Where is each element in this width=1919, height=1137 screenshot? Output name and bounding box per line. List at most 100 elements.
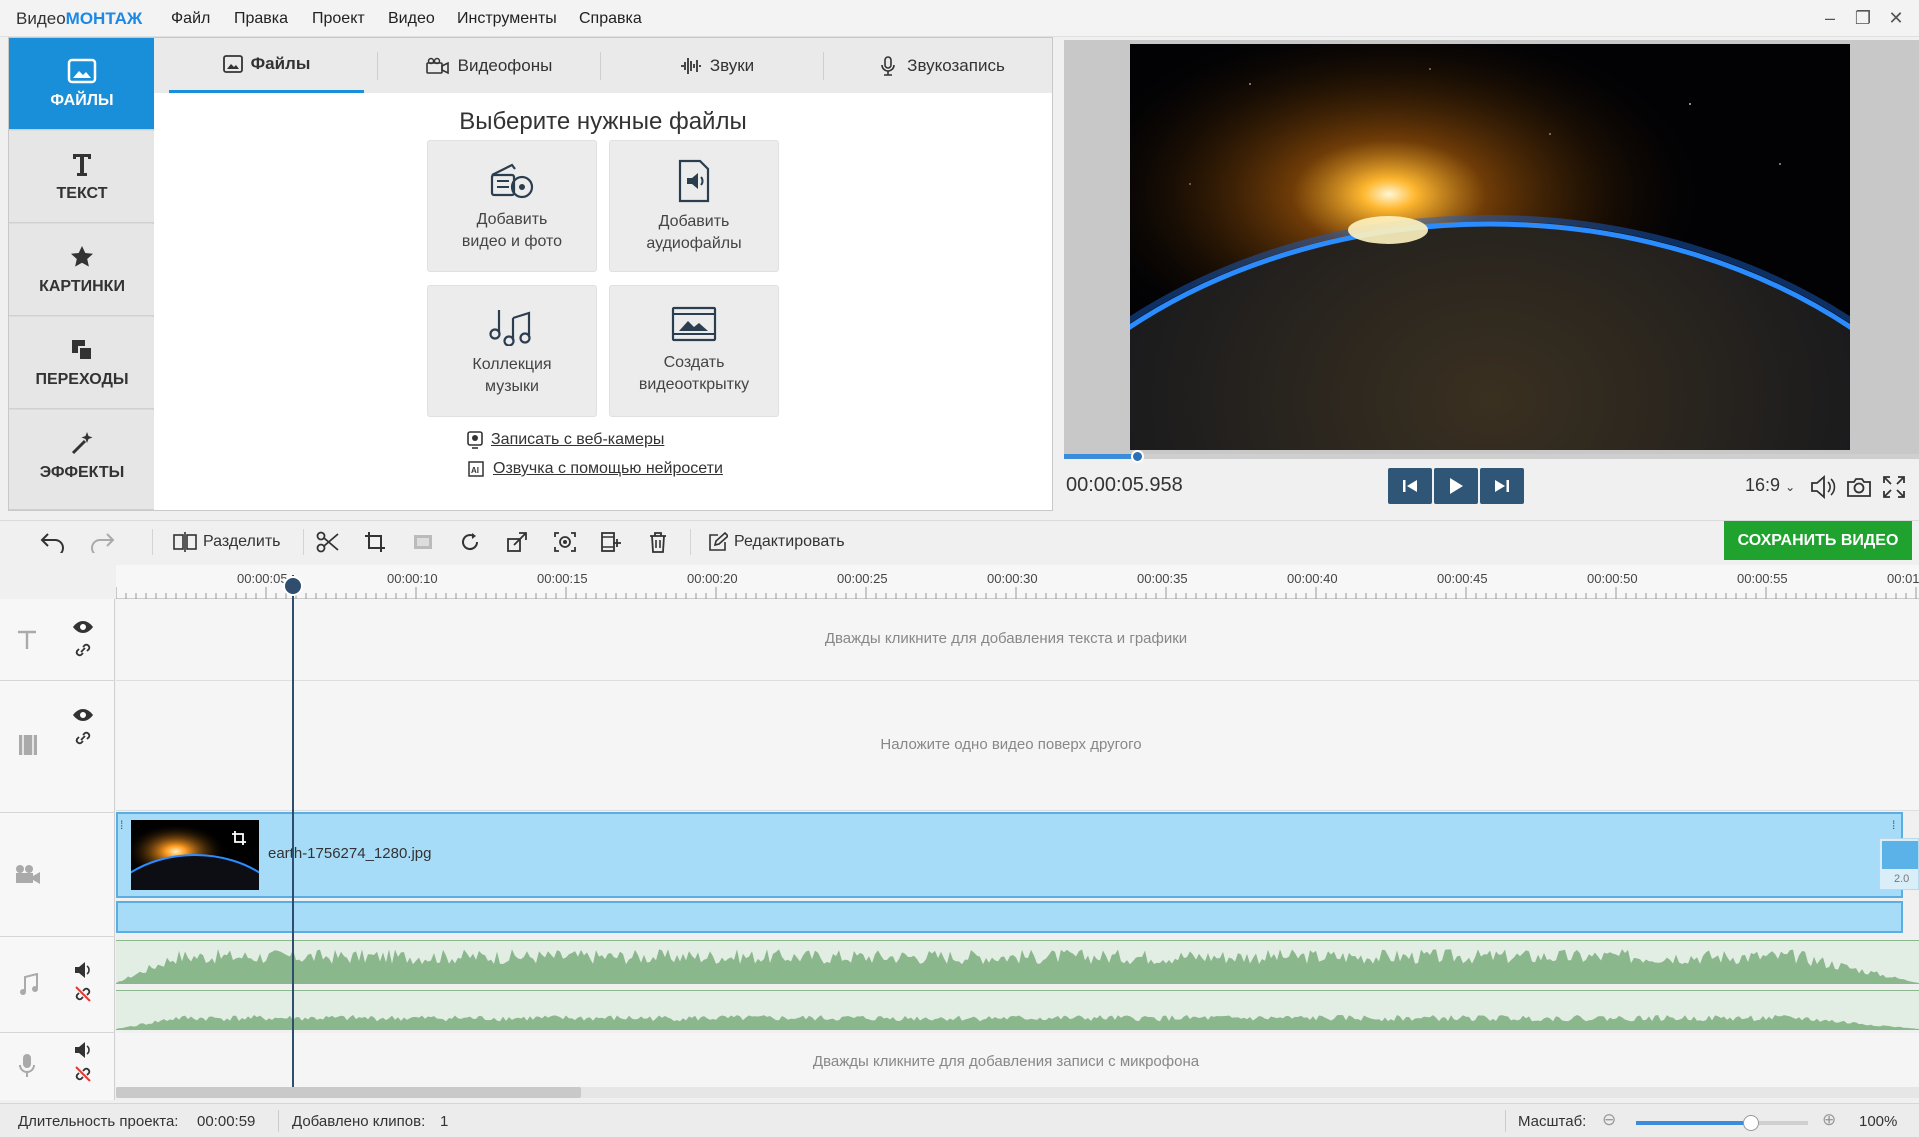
link-label: Озвучка с помощью нейросети xyxy=(493,460,723,477)
trash-icon[interactable] xyxy=(648,531,668,553)
text-track-header xyxy=(0,599,115,681)
menu-help[interactable]: Справка xyxy=(579,10,642,28)
sidebar-item-label: КАРТИНКИ xyxy=(39,278,125,295)
aspect-ratio-select[interactable]: 16:9 ⌄ xyxy=(1745,475,1795,496)
skip-forward-icon xyxy=(1495,480,1509,492)
transition-slot[interactable]: 2.0 xyxy=(1879,838,1919,890)
fullscreen-icon[interactable] xyxy=(1882,475,1906,499)
menu-edit[interactable]: Правка xyxy=(234,10,288,28)
unlink-icon[interactable] xyxy=(74,985,92,1003)
menu-tools[interactable]: Инструменты xyxy=(457,10,557,28)
next-button[interactable] xyxy=(1480,468,1524,504)
clip-thumbnail xyxy=(131,820,259,890)
rotate-icon[interactable] xyxy=(459,531,481,553)
ruler-label: 00:00:50 xyxy=(1587,571,1638,586)
volume-icon[interactable] xyxy=(74,1041,92,1059)
ruler-label: 00:00:35 xyxy=(1137,571,1188,586)
svg-text:AI: AI xyxy=(471,466,479,475)
unlink-icon[interactable] xyxy=(74,1065,92,1083)
zoom-value: 100% xyxy=(1859,1113,1898,1130)
tab-sounds[interactable]: Звуки xyxy=(607,38,827,93)
redo-icon[interactable] xyxy=(89,531,115,553)
audio-track-1[interactable] xyxy=(116,940,1919,984)
overlay-track[interactable]: Наложите одно видео поверх другого xyxy=(116,681,1919,811)
zoom-in-icon[interactable]: ⊕ xyxy=(1822,1110,1836,1130)
frame-icon[interactable] xyxy=(412,531,434,553)
link-icon[interactable] xyxy=(74,729,92,747)
music-collection-button[interactable]: Коллекция музыки xyxy=(427,285,597,417)
preview-frame[interactable] xyxy=(1130,44,1850,450)
crop-icon[interactable] xyxy=(364,531,386,553)
create-video-card-button[interactable]: Создать видеооткрытку xyxy=(609,285,779,417)
clip-handle-icon[interactable]: ⁞ xyxy=(1892,818,1895,832)
link-label: Записать с веб-камеры xyxy=(491,431,665,448)
waveform-path xyxy=(116,949,1919,983)
clip-handle-icon[interactable]: ⁞ xyxy=(120,818,123,832)
camera-icon[interactable] xyxy=(1846,475,1872,499)
ruler-label: 00:00:40 xyxy=(1287,571,1338,586)
video-reel-icon xyxy=(490,163,534,199)
microphone-icon xyxy=(881,55,895,76)
split-button[interactable]: Разделить xyxy=(173,529,280,555)
previous-button[interactable] xyxy=(1388,468,1432,504)
tab-files[interactable]: Файлы xyxy=(169,38,364,93)
ai-voiceover-link[interactable]: AI Озвучка с помощью нейросети xyxy=(467,460,723,478)
sidebar-item-effects[interactable]: ЭФФЕКТЫ xyxy=(9,410,155,510)
transition-duration: 2.0 xyxy=(1894,873,1910,885)
text-icon xyxy=(18,630,36,649)
files-panel: Файлы Видеофоны Звуки Звукозапись Выбери… xyxy=(154,37,1053,511)
playhead[interactable] xyxy=(292,575,294,1087)
video-clip[interactable]: earth-1756274_1280.jpg ⁞ ⁞ xyxy=(116,812,1903,898)
sidebar-item-text[interactable]: ТЕКСТ xyxy=(9,131,155,223)
tab-video-backgrounds[interactable]: Видеофоны xyxy=(384,38,594,93)
add-audio-button[interactable]: Добавить аудиофайлы xyxy=(609,140,779,272)
edit-button[interactable]: Редактировать xyxy=(708,529,845,555)
zoom-slider[interactable] xyxy=(1636,1115,1808,1131)
webcam-record-link[interactable]: Записать с веб-камеры xyxy=(467,431,664,449)
text-track[interactable]: Дважды кликните для добавления текста и … xyxy=(116,599,1919,681)
sidebar-item-transitions[interactable]: ПЕРЕХОДЫ xyxy=(9,317,155,409)
menu-video[interactable]: Видео xyxy=(388,10,435,28)
stabilize-icon[interactable] xyxy=(553,531,577,553)
timeline-scrollbar[interactable] xyxy=(116,1087,581,1098)
restore-button[interactable]: ❐ xyxy=(1849,4,1877,32)
playhead-knob[interactable] xyxy=(283,576,303,596)
volume-icon[interactable] xyxy=(74,961,92,979)
progress-knob[interactable] xyxy=(1130,450,1144,463)
clip-audio-bar[interactable] xyxy=(116,901,1903,933)
ruler-label: 00:00:15 xyxy=(537,571,588,586)
text-track-hint: Дважды кликните для добавления текста и … xyxy=(824,630,1188,647)
save-video-button[interactable]: СОХРАНИТЬ ВИДЕО xyxy=(1724,521,1912,560)
eye-icon[interactable] xyxy=(72,707,94,723)
link-icon[interactable] xyxy=(74,641,92,659)
filmstrip-add-icon[interactable] xyxy=(599,531,621,553)
add-video-photo-button[interactable]: Добавить видео и фото xyxy=(427,140,597,272)
sidebar-item-images[interactable]: КАРТИНКИ xyxy=(9,224,155,316)
volume-icon[interactable] xyxy=(1810,475,1836,499)
sidebar-item-label: ФАЙЛЫ xyxy=(50,92,114,109)
ruler-label: 00:00:20 xyxy=(687,571,738,586)
tab-voice-recording[interactable]: Звукозапись xyxy=(830,38,1052,93)
playback-progress[interactable] xyxy=(1064,450,1919,463)
sidebar-item-files[interactable]: ФАЙЛЫ xyxy=(9,38,155,130)
duration-value: 00:00:59 xyxy=(197,1113,256,1130)
play-icon xyxy=(1450,478,1463,494)
close-button[interactable]: ✕ xyxy=(1882,4,1910,32)
play-button[interactable] xyxy=(1434,468,1478,504)
chevron-down-icon: ⌄ xyxy=(1785,480,1796,494)
menu-project[interactable]: Проект xyxy=(312,10,365,28)
tile-label: аудиофайлы xyxy=(646,235,742,252)
mic-track[interactable]: Дважды кликните для добавления записи с … xyxy=(116,1033,1919,1087)
zoom-out-icon[interactable]: ⊖ xyxy=(1602,1110,1616,1130)
undo-icon[interactable] xyxy=(40,531,66,553)
audio-track-2[interactable] xyxy=(116,990,1919,1030)
timeline-ruler[interactable]: 00:00:05 00:00:10 00:00:15 00:00:20 00:0… xyxy=(116,565,1919,599)
eye-icon[interactable] xyxy=(72,619,94,635)
menu-file[interactable]: Файл xyxy=(171,10,210,28)
audio-waveform xyxy=(116,1015,1919,1029)
scissors-icon[interactable] xyxy=(316,531,340,553)
star-icon xyxy=(71,246,93,267)
music-note-icon xyxy=(20,973,38,995)
resize-icon[interactable] xyxy=(506,531,528,553)
minimize-button[interactable]: – xyxy=(1816,4,1844,32)
